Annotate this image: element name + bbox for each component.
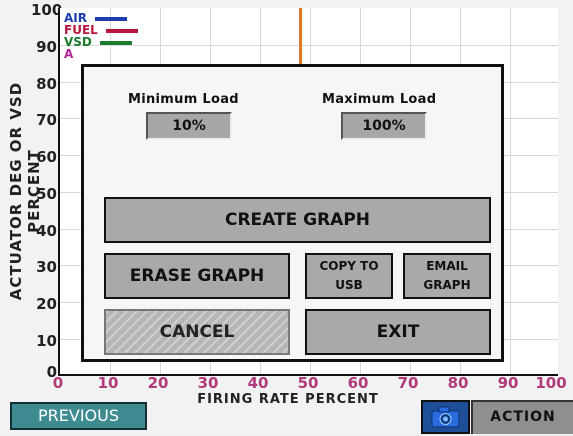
y-tick-90: 90 xyxy=(36,38,57,56)
graph-screen: ACTUATOR DEG OR VSD PERCENT 100 90 80 70… xyxy=(0,0,573,434)
graph-options-dialog: Minimum Load Maximum Load 10% 100% CREAT… xyxy=(81,64,504,362)
x-tick-30: 30 xyxy=(197,374,219,392)
x-tick-0: 0 xyxy=(52,374,64,392)
x-tick-90: 90 xyxy=(497,374,519,392)
copy-to-usb-line1: COPY TO xyxy=(319,259,379,273)
orange-vertical-line xyxy=(299,8,302,66)
legend-item-vsd: VSD xyxy=(64,36,138,48)
legend-label-a: A xyxy=(64,47,74,61)
erase-graph-button[interactable]: ERASE GRAPH xyxy=(104,253,290,299)
previous-button[interactable]: PREVIOUS xyxy=(10,402,147,430)
copy-to-usb-button[interactable]: COPY TO USB xyxy=(305,253,393,299)
maximum-load-title: Maximum Load xyxy=(322,92,437,107)
y-tick-40: 40 xyxy=(36,222,57,240)
x-tick-10: 10 xyxy=(97,374,119,392)
action-button[interactable]: ACTION xyxy=(471,400,573,434)
copy-to-usb-line2: USB xyxy=(335,278,363,292)
x-axis-label: FIRING RATE PERCENT xyxy=(197,392,379,407)
y-tick-20: 20 xyxy=(36,295,57,313)
y-tick-70: 70 xyxy=(36,111,57,129)
y-tick-100: 100 xyxy=(31,1,63,19)
exit-button[interactable]: EXIT xyxy=(305,309,491,355)
cancel-button[interactable]: CANCEL xyxy=(104,309,290,355)
email-graph-line1: EMAIL xyxy=(426,259,468,273)
x-tick-80: 80 xyxy=(447,374,469,392)
email-graph-line2: GRAPH xyxy=(423,278,471,292)
maximum-load-value[interactable]: 100% xyxy=(341,112,427,140)
x-tick-60: 60 xyxy=(347,374,369,392)
x-tick-40: 40 xyxy=(247,374,269,392)
y-tick-80: 80 xyxy=(36,75,57,93)
x-tick-50: 50 xyxy=(297,374,319,392)
create-graph-button[interactable]: CREATE GRAPH xyxy=(104,197,491,243)
legend-line-fuel xyxy=(105,28,138,33)
minimum-load-value[interactable]: 10% xyxy=(146,112,232,140)
legend-line-vsd xyxy=(100,40,133,45)
camera-icon xyxy=(431,406,460,428)
grid-vline xyxy=(510,8,511,374)
y-tick-50: 50 xyxy=(36,185,57,203)
y-tick-10: 10 xyxy=(36,332,57,350)
x-tick-100: 100 xyxy=(535,374,567,392)
email-graph-button[interactable]: EMAIL GRAPH xyxy=(403,253,491,299)
x-tick-20: 20 xyxy=(147,374,169,392)
y-axis-label: ACTUATOR DEG OR VSD PERCENT xyxy=(7,81,43,301)
legend: AIR FUEL VSD A xyxy=(64,12,138,60)
y-tick-30: 30 xyxy=(36,258,57,276)
y-tick-60: 60 xyxy=(36,148,57,166)
camera-button[interactable] xyxy=(421,400,470,434)
legend-line-air xyxy=(95,16,128,21)
legend-item-a: A xyxy=(64,48,138,60)
minimum-load-title: Minimum Load xyxy=(128,92,239,107)
x-tick-70: 70 xyxy=(397,374,419,392)
